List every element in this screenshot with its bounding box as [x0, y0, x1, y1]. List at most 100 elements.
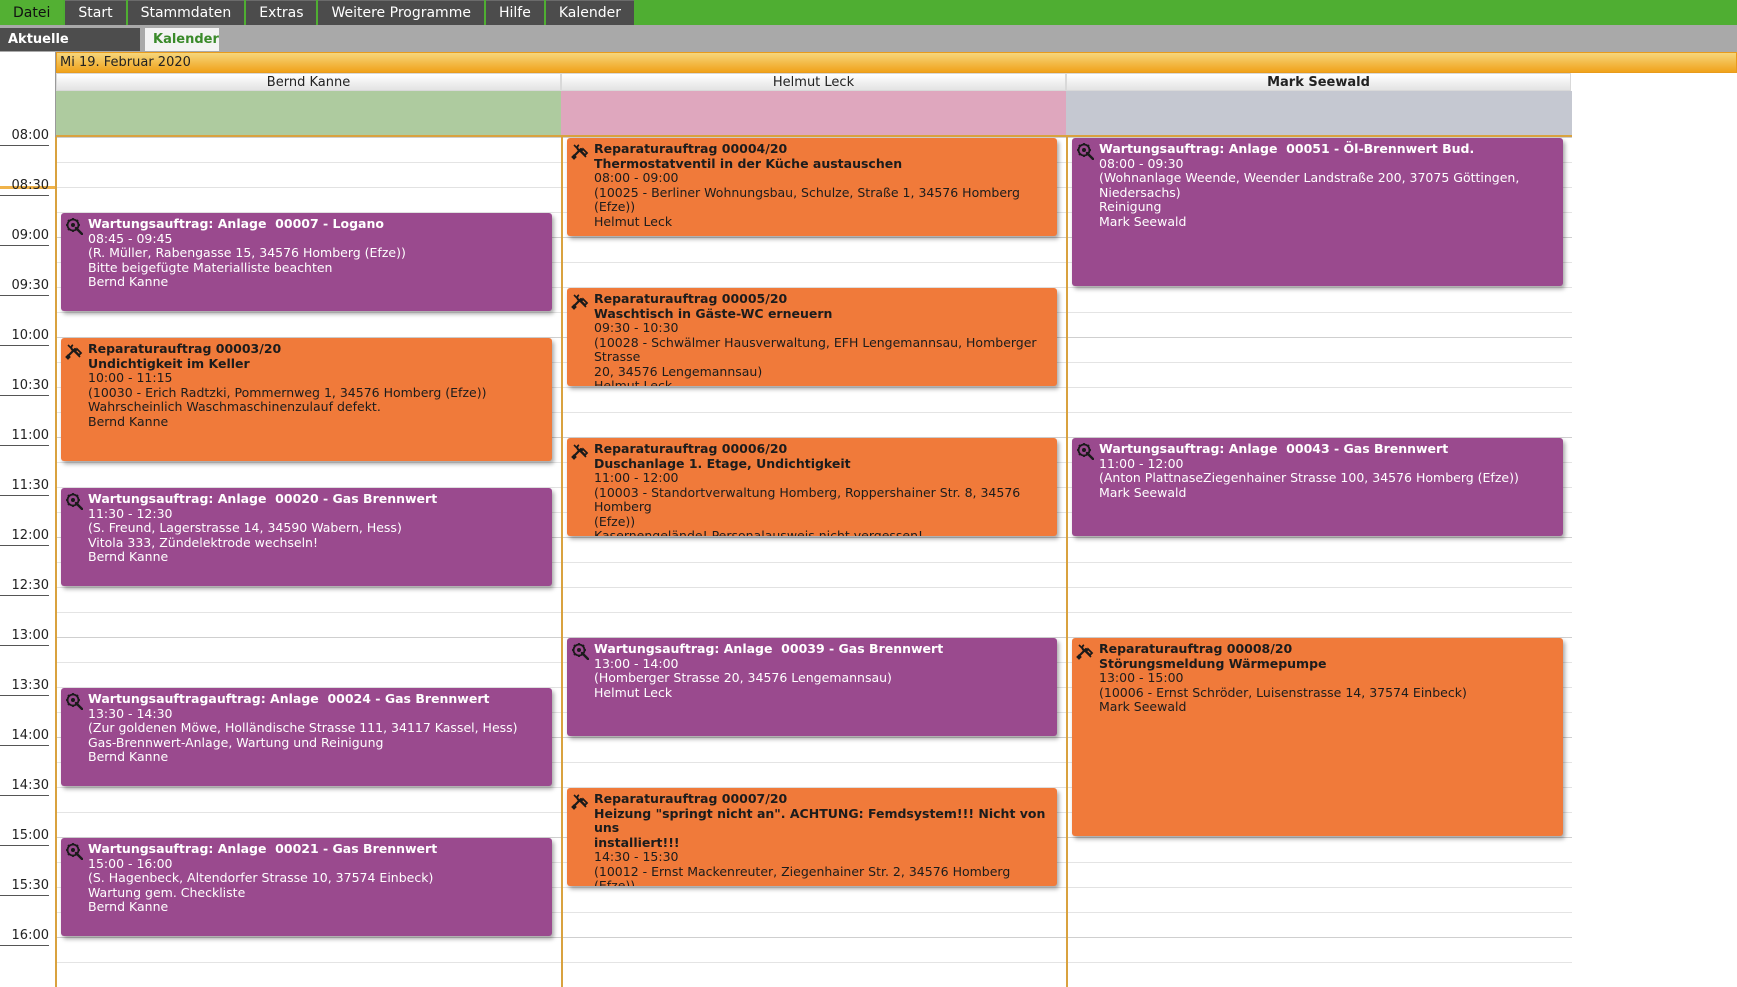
appointment-detail: (10003 - Standortverwaltung Homberg, Rop… [594, 484, 1021, 529]
repair-tools-icon [571, 292, 589, 310]
grid-line [57, 312, 561, 313]
grid-line [563, 412, 1066, 413]
grid-line [1068, 412, 1572, 413]
appointment-repair[interactable]: Reparaturauftrag 00007/20 Heizung "sprin… [567, 788, 1057, 886]
grid-line [563, 562, 1066, 563]
appointment-detail: (10025 - Berliner Wohnungsbau, Schulze, … [594, 184, 1024, 214]
appointment-time: 08:00 - 09:00 [594, 170, 679, 185]
menu-bar: Datei Start Stammdaten Extras Weitere Pr… [0, 0, 1737, 25]
time-label: 08:30 [0, 178, 49, 196]
grid-line [563, 387, 1066, 388]
appointment-detail: Wahrscheinlich Waschmaschinenzulauf defe… [88, 399, 381, 414]
appointment-time: 08:45 - 09:45 [88, 230, 173, 246]
menu-extras[interactable]: Extras [246, 0, 317, 25]
time-label: 10:00 [0, 328, 49, 346]
appointment-detail: Bernd Kanne [88, 549, 169, 564]
repair-tools-icon [1076, 642, 1094, 660]
time-label: 09:30 [0, 278, 49, 296]
appointment-detail: (10006 - Ernst Schröder, Luisenstrasse 1… [1099, 684, 1467, 700]
appointment-detail: Bitte beigefügte Materialliste beachten [88, 259, 333, 275]
maintenance-gear-icon [65, 842, 84, 861]
maintenance-gear-icon [65, 217, 84, 236]
grid-line [57, 662, 561, 663]
resource-column-mark-seewald[interactable]: Wartungsauftrag: Anlage 00051 - Öl-Brenn… [1066, 137, 1572, 987]
appointment-time: 09:30 - 10:30 [594, 320, 679, 335]
grid-line [57, 937, 561, 938]
appointment-detail: Helmut Leck [594, 684, 673, 700]
appointment-time: 14:30 - 15:30 [594, 849, 679, 864]
resource-header-bernd-kanne[interactable]: Bernd Kanne [56, 73, 561, 91]
resource-column-bernd-kanne[interactable]: Wartungsauftrag: Anlage 00007 - Logano 08… [55, 137, 561, 987]
time-label: 12:00 [0, 528, 49, 546]
time-label: 14:30 [0, 778, 49, 796]
grid-line [1068, 362, 1572, 363]
appointment-time: 08:00 - 09:30 [1099, 155, 1184, 171]
appointment-title: Wartungsauftragauftrag: Anlage 00024 - G… [88, 691, 490, 706]
grid-line [57, 812, 561, 813]
resource-band-helmut-leck [561, 91, 1066, 137]
appointment-maintenance[interactable]: Wartungsauftrag: Anlage 00021 - Gas Bren… [61, 838, 552, 936]
maintenance-gear-icon [571, 642, 590, 661]
appointment-detail: Helmut Leck [594, 378, 673, 386]
grid-line [1068, 962, 1572, 963]
appointment-repair[interactable]: Reparaturauftrag 00008/20 Störungsmeldun… [1072, 638, 1563, 836]
appointment-maintenance[interactable]: Wartungsauftragauftrag: Anlage 00024 - G… [61, 688, 552, 786]
appointment-repair[interactable]: Reparaturauftrag 00005/20 Waschtisch in … [567, 288, 1057, 386]
appointment-title: Reparaturauftrag 00007/20 Heizung "sprin… [594, 791, 1046, 850]
appointment-repair[interactable]: Reparaturauftrag 00006/20 Duschanlage 1.… [567, 438, 1057, 536]
repair-tools-icon [571, 442, 589, 460]
calendar-date-header: Mi 19. Februar 2020 [56, 52, 1737, 73]
appointment-repair[interactable]: Reparaturauftrag 00003/20 Undichtigkeit … [61, 338, 552, 461]
appointment-detail: Wartung gem. Checkliste [88, 884, 246, 900]
appointment-maintenance[interactable]: Wartungsauftrag: Anlage 00043 - Gas Bren… [1072, 438, 1563, 536]
menu-start[interactable]: Start [65, 0, 126, 25]
appointment-maintenance[interactable]: Wartungsauftrag: Anlage 00007 - Logano 08… [61, 213, 552, 311]
resource-header-helmut-leck[interactable]: Helmut Leck [561, 73, 1066, 91]
menu-hilfe[interactable]: Hilfe [485, 0, 544, 25]
grid-line [563, 537, 1066, 538]
appointment-detail: (10030 - Erich Radtzki, Pommernweg 1, 34… [88, 384, 487, 400]
menu-weitere-programme[interactable]: Weitere Programme [318, 0, 484, 25]
grid-line [1068, 837, 1572, 838]
tab-aktuelle-aufgaben[interactable]: Aktuelle Aufgaben [0, 28, 140, 70]
appointment-detail: (S. Hagenbeck, Altendorfer Strasse 10, 3… [88, 870, 434, 885]
grid-line [1068, 912, 1572, 913]
grid-line [563, 762, 1066, 763]
grid-line [57, 162, 561, 163]
appointment-maintenance[interactable]: Wartungsauftrag: Anlage 00020 - Gas Bren… [61, 488, 552, 586]
appointment-detail: (S. Freund, Lagerstrasse 14, 34590 Waber… [88, 520, 402, 535]
appointment-maintenance[interactable]: Wartungsauftrag: Anlage 00051 - Öl-Brenn… [1072, 138, 1563, 286]
grid-line [563, 912, 1066, 913]
time-label: 13:00 [0, 628, 49, 646]
appointment-detail: Vitola 333, Zündelektrode wechseln! [88, 534, 318, 550]
menu-datei[interactable]: Datei [0, 0, 64, 25]
resource-header-mark-seewald[interactable]: Mark Seewald [1066, 73, 1571, 91]
grid-line [563, 587, 1066, 588]
appointment-time: 11:00 - 12:00 [1099, 455, 1184, 471]
repair-tools-icon [571, 142, 589, 160]
appointment-repair[interactable]: Reparaturauftrag 00004/20 Thermostatvent… [567, 138, 1057, 236]
appointment-detail: (R. Müller, Rabengasse 15, 34576 Homberg… [88, 245, 406, 260]
appointment-detail: Helmut Leck [594, 213, 673, 229]
grid-line [563, 262, 1066, 263]
tab-kalender[interactable]: Kalender [145, 28, 219, 51]
resource-column-helmut-leck[interactable]: Reparaturauftrag 00004/20 Thermostatvent… [561, 137, 1066, 987]
appointment-time: 13:00 - 15:00 [1099, 670, 1184, 685]
time-label: 14:00 [0, 728, 49, 746]
grid-line [57, 962, 561, 963]
appointment-title: Wartungsauftrag: Anlage 00039 - Gas Bren… [594, 641, 944, 656]
appointment-title: Reparaturauftrag 00006/20 Duschanlage 1.… [594, 441, 851, 471]
grid-line [1068, 337, 1572, 338]
menu-stammdaten[interactable]: Stammdaten [127, 0, 245, 25]
appointment-time: 10:00 - 11:15 [88, 370, 173, 385]
time-label: 10:30 [0, 378, 49, 396]
appointment-title: Wartungsauftrag: Anlage 00043 - Gas Bren… [1099, 441, 1449, 456]
grid-line [57, 187, 561, 188]
menu-kalender[interactable]: Kalender [545, 0, 634, 25]
appointment-detail: (10012 - Ernst Mackenreuter, Ziegenhaine… [594, 863, 1015, 886]
appointment-time: 11:30 - 12:30 [88, 505, 173, 521]
grid-line [1068, 612, 1572, 613]
appointment-detail: Reinigung [1099, 199, 1162, 214]
appointment-maintenance[interactable]: Wartungsauftrag: Anlage 00039 - Gas Bren… [567, 638, 1057, 736]
grid-line [1068, 587, 1572, 588]
